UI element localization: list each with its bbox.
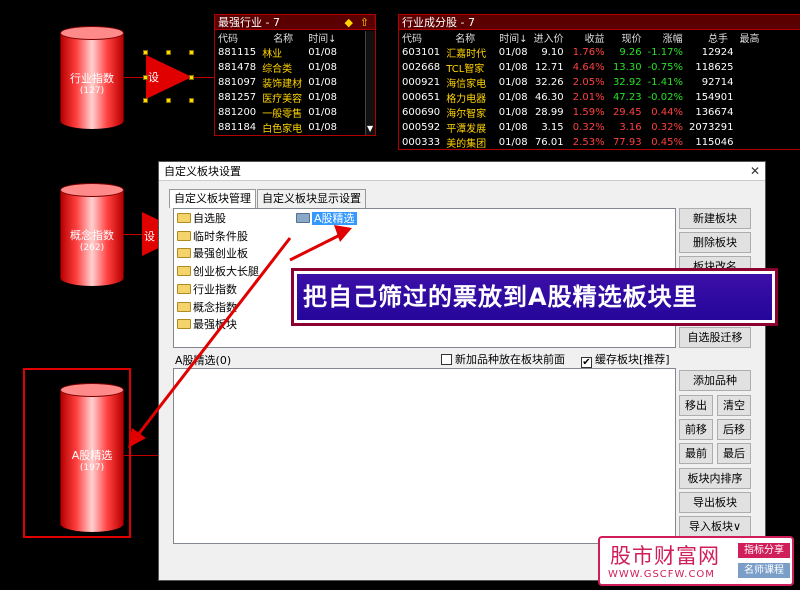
arrowhead-icon bbox=[128, 428, 146, 448]
watermark-url: WWW.GSCFW.COM bbox=[608, 569, 715, 580]
watermark-logo: 股市财富网 WWW.GSCFW.COM 指标分享 名师课程 bbox=[598, 536, 794, 586]
node-label: 行业指数 bbox=[70, 72, 114, 85]
watermark-name: 股市财富网 bbox=[610, 544, 720, 568]
arrow-to-node bbox=[132, 237, 292, 441]
watermark-tag: 名师课程 bbox=[738, 563, 790, 578]
cylinder-top bbox=[60, 383, 124, 397]
arrowhead-icon bbox=[334, 225, 352, 242]
node-count: (127) bbox=[79, 86, 105, 96]
node-count: (262) bbox=[79, 243, 105, 253]
node-label: A股精选 bbox=[71, 449, 113, 462]
arrow-to-folder bbox=[289, 230, 347, 262]
node-label: 概念指数 bbox=[70, 229, 114, 242]
watermark-tag: 指标分享 bbox=[738, 543, 790, 558]
cylinder-top bbox=[60, 183, 124, 197]
node-count: (197) bbox=[79, 463, 105, 473]
cylinder-top bbox=[60, 26, 124, 40]
